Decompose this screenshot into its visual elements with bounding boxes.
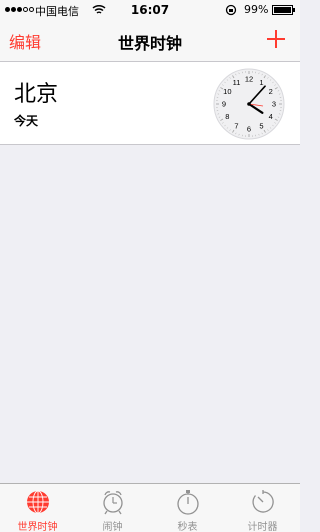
- clock-number: 9: [222, 100, 226, 109]
- clock-number: 11: [233, 78, 241, 87]
- clock-number: 4: [269, 112, 273, 121]
- clock-number: 1: [259, 78, 263, 87]
- world-clock-row[interactable]: 北京 今天 12 1 2 3 4 5 6 7 8 9 10 11: [0, 62, 300, 145]
- add-clock-button[interactable]: [266, 29, 286, 49]
- analog-clock: 12 12 3 45678 9 1011: [213, 68, 285, 140]
- clock-number: 12: [245, 75, 253, 84]
- tab-world-clock[interactable]: 世界时钟: [0, 484, 75, 532]
- battery-icon: [272, 5, 295, 15]
- status-bar: 中国电信 16:07 99%: [0, 0, 300, 20]
- tab-bar: 世界时钟 闹钟 秒表 计时器: [0, 483, 300, 532]
- clock-number: 6: [247, 125, 251, 134]
- tab-alarm[interactable]: 闹钟: [75, 484, 150, 532]
- globe-icon: [27, 490, 49, 514]
- stopwatch-icon: [177, 490, 199, 515]
- timer-icon: [252, 490, 274, 513]
- navigation-bar: 编辑 世界时钟: [0, 20, 300, 62]
- clock-number: 2: [269, 87, 273, 96]
- tab-label: 世界时钟: [17, 522, 58, 532]
- alarm-clock-icon: [103, 491, 123, 515]
- plus-icon: [267, 30, 285, 48]
- rotation-lock-icon: [225, 4, 237, 16]
- clock-number: 10: [223, 87, 231, 96]
- day-label: 今天: [14, 114, 39, 128]
- tab-label: 闹钟: [102, 522, 123, 532]
- clock-number: 8: [225, 112, 229, 121]
- tab-timer[interactable]: 计时器: [225, 484, 300, 532]
- tab-stopwatch[interactable]: 秒表: [150, 484, 225, 532]
- tab-label: 计时器: [247, 522, 278, 532]
- clock-number: 5: [259, 121, 263, 130]
- battery-percent: 99%: [244, 3, 269, 16]
- tab-label: 秒表: [177, 522, 198, 532]
- city-name: 北京: [14, 82, 59, 107]
- page-title: 世界时钟: [117, 34, 182, 53]
- clock-number: 7: [234, 121, 238, 130]
- clock-number: 3: [272, 100, 276, 109]
